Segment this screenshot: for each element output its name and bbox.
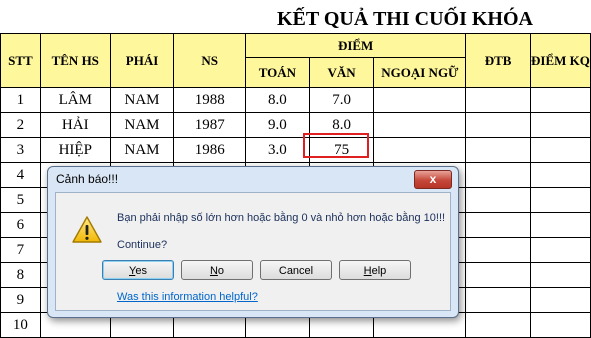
header-ns[interactable]: NS	[173, 33, 246, 88]
cell-ngoai-ngu[interactable]	[373, 137, 467, 163]
continue-prompt: Continue?	[117, 239, 168, 251]
yes-button[interactable]: Yes	[102, 260, 174, 280]
help-button[interactable]: Help	[339, 260, 411, 280]
cell-ten[interactable]: HẢI	[39, 112, 111, 138]
cell-van-invalid[interactable]: 75	[308, 137, 375, 163]
cell-stt[interactable]: 10	[0, 312, 41, 338]
cell-stt[interactable]: 1	[0, 87, 41, 113]
header-dtb[interactable]: ĐTB	[465, 33, 531, 88]
cell-stt[interactable]: 4	[0, 162, 41, 188]
sheet-title: KẾT QUẢ THI CUỐI KHÓA	[277, 8, 533, 30]
header-toan[interactable]: TOÁN	[245, 57, 310, 88]
cell-ns[interactable]: 1986	[173, 137, 246, 163]
cell-toan[interactable]: 9.0	[245, 112, 310, 138]
cancel-button[interactable]: Cancel	[260, 260, 332, 280]
close-icon: x	[429, 172, 437, 186]
cell-ns[interactable]: 1987	[173, 112, 246, 138]
cell-stt[interactable]: 6	[0, 212, 41, 238]
table-row: 1 LÂM NAM 1988 8.0 7.0	[0, 87, 591, 113]
header-ngoai-ngu[interactable]: NGOẠI NGỮ	[373, 57, 467, 88]
dialog-body: Bạn phải nhập số lớn hơn hoặc bằng 0 và …	[55, 192, 451, 311]
cell-stt[interactable]: 5	[0, 187, 41, 213]
cell-ten[interactable]: HIỆP	[39, 137, 111, 163]
cell-stt[interactable]: 8	[0, 262, 41, 288]
cell-phai[interactable]: NAM	[109, 137, 175, 163]
cell-phai[interactable]: NAM	[109, 87, 175, 113]
header-phai[interactable]: PHÁI	[109, 33, 175, 88]
close-button[interactable]: x	[414, 170, 452, 189]
cell-diem-kq[interactable]	[529, 87, 591, 113]
header-diem[interactable]: ĐIỂM	[244, 33, 467, 58]
cell-stt[interactable]: 2	[0, 112, 41, 138]
cell-ten[interactable]: LÂM	[39, 87, 111, 113]
dialog-title: Cảnh báo!!!	[56, 172, 119, 186]
cell-ngoai-ngu[interactable]	[373, 87, 467, 113]
cell-phai[interactable]: NAM	[109, 112, 175, 138]
cell-diem-kq[interactable]	[529, 112, 591, 138]
no-button[interactable]: No	[181, 260, 253, 280]
table-row: 2 HẢI NAM 1987 9.0 8.0	[0, 112, 591, 138]
cell-dtb[interactable]	[465, 112, 531, 138]
cell-van[interactable]: 7.0	[308, 87, 375, 113]
cell-ngoai-ngu[interactable]	[373, 112, 467, 138]
header-ten-hs[interactable]: TÊN HS	[39, 33, 111, 88]
warning-icon	[72, 216, 102, 243]
header-van[interactable]: VĂN	[308, 57, 375, 88]
help-link[interactable]: Was this information helpful?	[117, 291, 258, 303]
cell-van[interactable]: 8.0	[308, 112, 375, 138]
cell-stt[interactable]: 7	[0, 237, 41, 263]
table-row: 3 HIỆP NAM 1986 3.0 75	[0, 137, 591, 163]
cell-dtb[interactable]	[465, 87, 531, 113]
dialog-message: Bạn phải nhập số lớn hơn hoặc bằng 0 và …	[117, 212, 446, 224]
cell-stt[interactable]: 9	[0, 287, 41, 313]
cell-dtb[interactable]	[465, 137, 531, 163]
cell-ns[interactable]: 1988	[173, 87, 246, 113]
cell-toan[interactable]: 3.0	[245, 137, 310, 163]
cell-diem-kq[interactable]	[529, 137, 591, 163]
header-stt[interactable]: STT	[0, 33, 41, 88]
cell-toan[interactable]: 8.0	[245, 87, 310, 113]
header-diem-kq[interactable]: ĐIỂM KQ	[529, 33, 591, 88]
cell-stt[interactable]: 3	[0, 137, 41, 163]
warning-dialog: Cảnh báo!!! x Bạn phải nhập số lớn hơn h…	[47, 166, 459, 318]
